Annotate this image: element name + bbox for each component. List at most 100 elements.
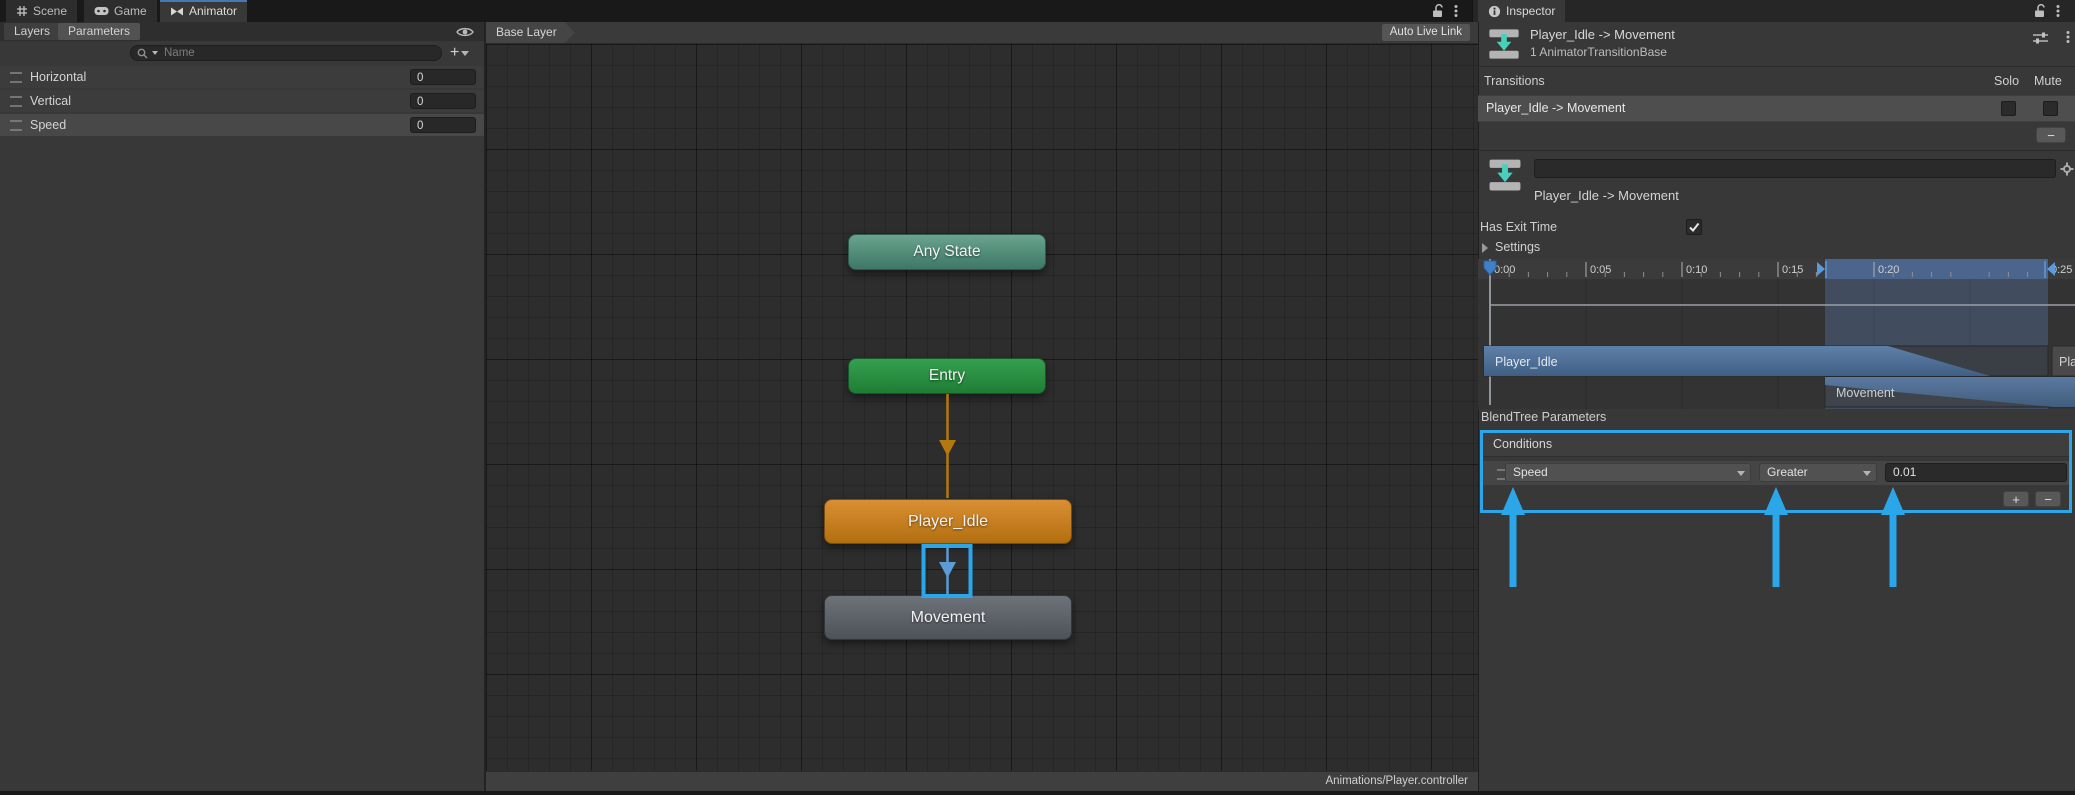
condition-parameter-value: Speed bbox=[1513, 465, 1548, 479]
tab-parameters[interactable]: Parameters bbox=[58, 23, 140, 40]
tab-scene[interactable]: Scene bbox=[6, 0, 77, 22]
divider bbox=[1478, 66, 2075, 67]
transition-timeline[interactable]: 0:00 0:05 0:10 0:15 0:20 0:25 Player_Idl… bbox=[1478, 259, 2075, 409]
mute-checkbox[interactable] bbox=[2043, 101, 2058, 116]
window-menu-kebab-icon[interactable] bbox=[1454, 4, 1458, 18]
search-icon bbox=[137, 48, 148, 59]
transition-asset-icon bbox=[1486, 26, 1522, 62]
tab-game-label: Game bbox=[114, 4, 147, 18]
inspector-title: Player_Idle -> Movement bbox=[1530, 27, 1675, 42]
timeline-bar-player-idle[interactable]: Player_Idle bbox=[1484, 346, 2048, 376]
solo-column-label: Solo bbox=[1994, 74, 2019, 88]
parameter-search[interactable] bbox=[130, 45, 442, 61]
auto-live-link-button[interactable]: Auto Live Link bbox=[1382, 24, 1470, 41]
condition-threshold-field[interactable]: 0.01 bbox=[1885, 463, 2067, 482]
parameter-row-vertical[interactable]: Vertical 0 bbox=[0, 90, 484, 112]
node-any-state[interactable]: Any State bbox=[848, 234, 1046, 270]
animator-side-panel: Layers Parameters + Horiz bbox=[0, 22, 484, 791]
condition-row[interactable]: Speed Greater 0.01 bbox=[1483, 461, 2069, 485]
bar-label-next: Player_Idle bbox=[2059, 355, 2075, 369]
tick-label: 0:20 bbox=[1878, 264, 1899, 276]
state-machine-canvas[interactable] bbox=[486, 44, 1478, 771]
timeline-bar-next-loop[interactable]: Player_Idle bbox=[2052, 346, 2075, 376]
has-exit-time-checkbox[interactable] bbox=[1686, 219, 1702, 235]
add-condition-button[interactable]: + bbox=[2003, 491, 2029, 507]
controller-path-statusbar: Animations/Player.controller bbox=[486, 771, 1478, 791]
header-kebab-icon[interactable] bbox=[2066, 30, 2070, 44]
bar-label-from: Player_Idle bbox=[1495, 355, 1558, 369]
tick-label: 0:15 bbox=[1782, 264, 1803, 276]
node-movement[interactable]: Movement bbox=[824, 595, 1072, 640]
inspector-menu-kebab-icon[interactable] bbox=[2056, 4, 2060, 18]
mute-column-label: Mute bbox=[2034, 74, 2062, 88]
inspector-subtitle: 1 AnimatorTransitionBase bbox=[1530, 45, 1667, 59]
settings-foldout-arrow-icon[interactable] bbox=[1482, 243, 1488, 253]
breadcrumb-base-layer[interactable]: Base Layer bbox=[486, 22, 575, 43]
tab-animator[interactable]: Animator bbox=[160, 0, 247, 22]
transition-name-field[interactable] bbox=[1534, 159, 2056, 178]
drag-handle-icon[interactable] bbox=[10, 96, 22, 107]
transitions-section-label: Transitions bbox=[1484, 74, 1545, 88]
side-panel-header: Layers Parameters bbox=[0, 22, 484, 41]
settings-foldout-label[interactable]: Settings bbox=[1495, 240, 1540, 254]
timeline-bar-movement[interactable]: Movement bbox=[1825, 377, 2075, 407]
search-filter-caret-icon bbox=[152, 51, 158, 55]
drag-handle-icon[interactable] bbox=[10, 120, 22, 131]
conditions-section: Conditions Speed Greater 0.01 + − bbox=[1480, 430, 2072, 513]
parameter-value-field[interactable]: 0 bbox=[410, 69, 476, 85]
presets-sliders-icon[interactable] bbox=[2032, 31, 2049, 45]
transition-large-icon bbox=[1486, 156, 1524, 194]
solo-checkbox[interactable] bbox=[2001, 101, 2016, 116]
bar-label-to: Movement bbox=[1836, 386, 1895, 400]
parameter-row-horizontal[interactable]: Horizontal 0 bbox=[0, 66, 484, 88]
node-entry[interactable]: Entry bbox=[848, 358, 1046, 394]
graph-header: Base Layer Auto Live Link bbox=[486, 22, 1478, 44]
divider bbox=[1478, 150, 2075, 151]
remove-transition-button[interactable]: − bbox=[2036, 127, 2066, 143]
condition-mode-dropdown[interactable]: Greater bbox=[1759, 463, 1877, 482]
unity-editor-window: Scene Game Animator bbox=[0, 0, 2075, 795]
unlock-icon[interactable] bbox=[1432, 4, 1444, 18]
scene-grid-icon bbox=[16, 5, 28, 17]
condition-mode-value: Greater bbox=[1767, 465, 1808, 479]
inspector-unlock-icon[interactable] bbox=[2034, 4, 2046, 18]
window-bottom-edge bbox=[0, 791, 2075, 795]
parameter-name: Vertical bbox=[30, 94, 71, 108]
check-icon bbox=[1687, 220, 1701, 234]
tab-layers[interactable]: Layers bbox=[4, 23, 60, 40]
parameter-value-field[interactable]: 0 bbox=[410, 117, 476, 133]
drag-handle-icon[interactable] bbox=[10, 72, 22, 83]
gamepad-icon bbox=[94, 6, 109, 16]
add-parameter-plus: + bbox=[450, 44, 459, 62]
add-parameter-button[interactable]: + bbox=[450, 43, 482, 63]
eye-icon[interactable] bbox=[456, 26, 474, 38]
search-input[interactable] bbox=[162, 46, 435, 60]
window-tab-strip: Scene Game Animator bbox=[0, 0, 1472, 22]
conditions-header: Conditions bbox=[1483, 433, 2069, 457]
dropdown-caret-icon bbox=[1737, 471, 1745, 476]
tick-label: 0:10 bbox=[1686, 264, 1707, 276]
transition-row-label: Player_Idle -> Movement bbox=[1486, 101, 1625, 115]
gear-icon[interactable] bbox=[2060, 162, 2074, 176]
parameter-row-speed[interactable]: Speed 0 bbox=[0, 114, 484, 136]
remove-condition-button[interactable]: − bbox=[2035, 491, 2061, 507]
parameter-name: Speed bbox=[30, 118, 66, 132]
parameter-name: Horizontal bbox=[30, 70, 86, 84]
tab-inspector-label: Inspector bbox=[1506, 4, 1555, 18]
dropdown-caret-icon bbox=[1863, 471, 1871, 476]
has-exit-time-label: Has Exit Time bbox=[1480, 220, 1557, 234]
transition-list-row[interactable]: Player_Idle -> Movement bbox=[1478, 95, 2075, 122]
transition-range-highlight-ruler bbox=[1825, 259, 2048, 279]
tab-game[interactable]: Game bbox=[84, 0, 157, 22]
tab-animator-label: Animator bbox=[189, 4, 237, 18]
parameter-value-field[interactable]: 0 bbox=[410, 93, 476, 109]
tab-scene-label: Scene bbox=[33, 4, 67, 18]
blendtree-parameters-label: BlendTree Parameters bbox=[1481, 410, 1606, 424]
node-player-idle[interactable]: Player_Idle bbox=[824, 499, 1072, 544]
add-parameter-caret-icon bbox=[461, 51, 469, 56]
condition-parameter-dropdown[interactable]: Speed bbox=[1505, 463, 1751, 482]
tick-label: 0:05 bbox=[1590, 264, 1611, 276]
tab-inspector[interactable]: Inspector bbox=[1478, 0, 1565, 22]
tick-label: 0:00 bbox=[1494, 264, 1515, 276]
parameter-search-row: + bbox=[0, 41, 484, 66]
